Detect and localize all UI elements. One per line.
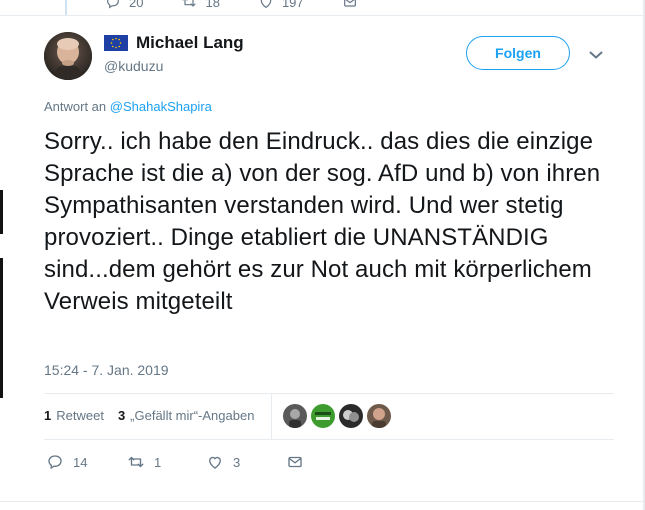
like-action[interactable]: 3 <box>206 453 286 471</box>
retweet-stat-label: Retweet <box>56 408 104 423</box>
liker-avatar[interactable] <box>283 404 307 428</box>
stats-bottom-divider <box>44 439 614 440</box>
heart-icon <box>260 0 272 9</box>
retweet-action[interactable]: 1 <box>127 453 206 471</box>
prev-like-action[interactable]: 197 <box>258 0 304 12</box>
follow-button[interactable]: Folgen <box>466 36 570 70</box>
retweet-stat[interactable]: 1 Retweet <box>44 408 104 423</box>
reply-action[interactable]: 14 <box>46 453 127 471</box>
reply-icon <box>107 0 119 9</box>
reply-icon <box>48 455 62 470</box>
liker-avatar[interactable] <box>339 404 363 428</box>
prev-retweet-count: 18 <box>205 0 220 10</box>
like-stat[interactable]: 3 „Gefällt mir“-Angaben <box>118 408 255 423</box>
retweet-count: 1 <box>154 454 162 470</box>
liker-avatars <box>283 404 391 428</box>
author-handle[interactable]: @kuduzu <box>104 58 163 74</box>
heart-icon <box>209 456 221 469</box>
left-frame-edge <box>0 190 3 234</box>
prev-reply-count: 20 <box>129 0 144 10</box>
thread-line <box>65 0 67 16</box>
reply-count: 14 <box>73 454 88 470</box>
top-divider <box>0 15 645 16</box>
prev-retweet-action[interactable]: 18 <box>181 0 220 12</box>
prev-reply-action[interactable]: 20 <box>105 0 143 12</box>
stats-separator <box>271 393 272 439</box>
tweet-text: Sorry.. ich habe den Eindruck.. das dies… <box>44 128 601 315</box>
bottom-divider <box>0 501 645 502</box>
reply-prefix: Antwort an <box>44 99 107 114</box>
author-name-row: Michael Lang <box>104 33 244 53</box>
prev-like-count: 197 <box>281 0 304 10</box>
previous-tweet-strip: 20 18 197 <box>0 0 645 16</box>
liker-avatar[interactable] <box>367 404 391 428</box>
like-stat-label: „Gefällt mir“-Angaben <box>130 408 255 423</box>
envelope-icon <box>288 456 302 468</box>
chevron-down-icon <box>589 51 603 59</box>
previous-tweet-actions: 20 18 197 <box>105 0 396 12</box>
prev-message-action[interactable] <box>342 0 358 12</box>
retweet-icon <box>182 0 197 7</box>
more-options-button[interactable] <box>586 45 606 65</box>
eu-flag-icon <box>104 35 128 51</box>
avatar[interactable] <box>44 32 92 80</box>
tweet-actions: 14 1 3 <box>46 453 304 471</box>
tweet-stats: 1 Retweet 3 „Gefällt mir“-Angaben <box>44 408 254 423</box>
reply-target-link[interactable]: @ShahakShapira <box>110 99 212 114</box>
author-display-name[interactable]: Michael Lang <box>136 33 244 53</box>
retweet-stat-count: 1 <box>44 408 52 423</box>
direct-message-action[interactable] <box>286 453 304 471</box>
envelope-icon <box>343 0 356 7</box>
left-frame-edge <box>0 258 3 398</box>
liker-avatar[interactable] <box>311 404 335 428</box>
stats-top-divider <box>44 393 614 394</box>
like-count: 3 <box>233 454 241 470</box>
avatar-photo <box>44 32 92 80</box>
tweet-timestamp[interactable]: 15:24 - 7. Jan. 2019 <box>44 362 169 378</box>
like-stat-count: 3 <box>117 408 126 423</box>
tweet-detail-screen: 20 18 197 Michael Lang @kuduzu Folgen An… <box>0 0 645 510</box>
retweet-icon <box>128 456 144 468</box>
reply-context: Antwort an @ShahakShapira <box>44 99 212 114</box>
